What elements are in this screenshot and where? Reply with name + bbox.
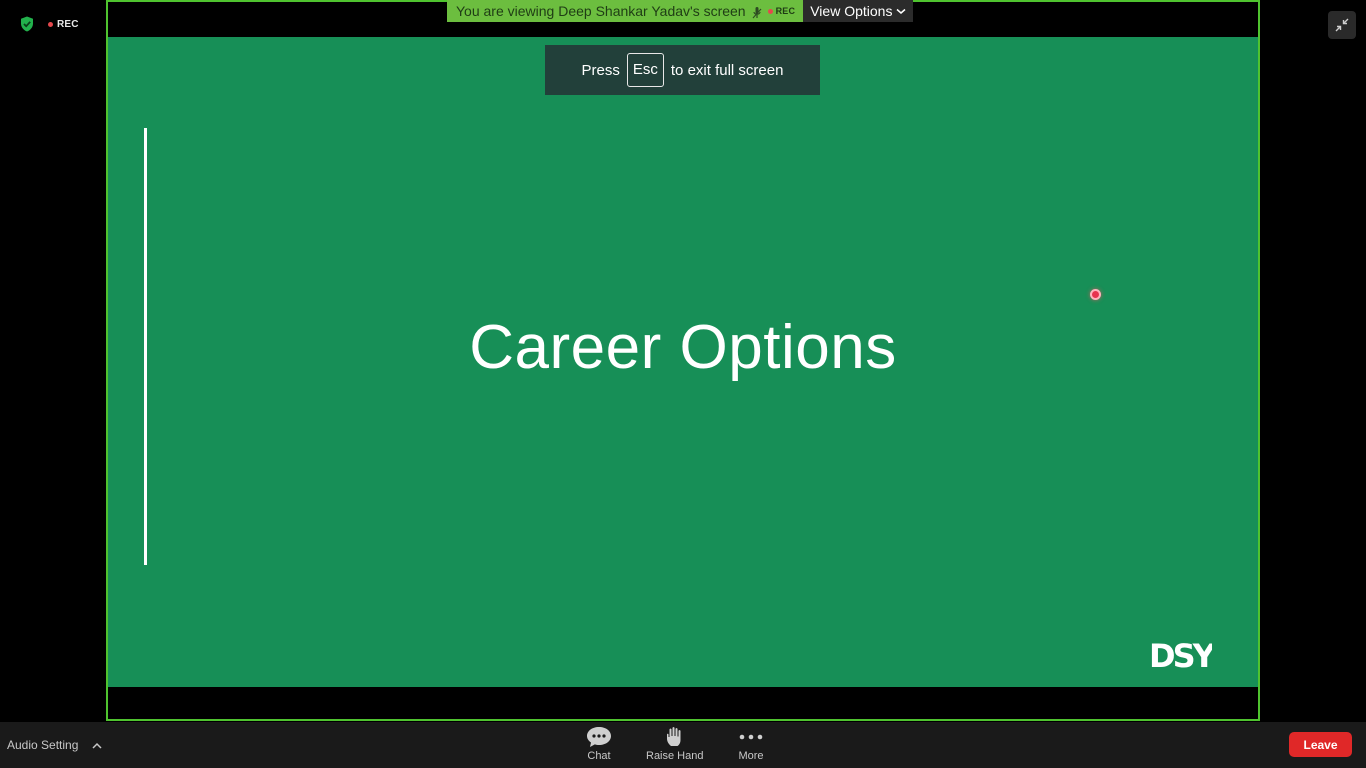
raise-hand-button[interactable]: Raise Hand [646, 726, 703, 762]
exit-fullscreen-button[interactable] [1328, 11, 1356, 39]
share-banner: You are viewing Deep Shankar Yadav's scr… [447, 0, 914, 22]
raise-hand-icon [666, 727, 681, 746]
meeting-toolbar: Audio Setting Chat Raise Hand More Leave [0, 722, 1366, 768]
recording-indicator[interactable]: REC [48, 19, 79, 30]
shared-screen-frame: Career Options DSY [106, 0, 1260, 721]
toast-esc-key: Esc [626, 53, 664, 87]
mic-icon [752, 4, 762, 19]
dsy-logo: DSY [1148, 635, 1220, 676]
meeting-window: REC Career Options DSY You are viewing D… [0, 0, 1366, 768]
banner-rec-label: REC [775, 6, 796, 16]
rec-label: REC [57, 18, 79, 30]
audio-setting-button[interactable]: Audio Setting [7, 738, 102, 752]
more-icon [739, 734, 763, 740]
logo-text: DSY [1149, 637, 1212, 671]
chevron-down-icon [896, 8, 906, 14]
exit-fullscreen-icon [1335, 18, 1349, 32]
esc-fullscreen-toast: Press Esc to exit full screen [545, 45, 820, 95]
shield-check-icon[interactable] [20, 16, 34, 32]
audio-setting-label: Audio Setting [7, 738, 79, 752]
toast-press-text: Press [581, 61, 620, 79]
top-status: REC [20, 16, 79, 32]
chevron-up-icon[interactable] [92, 742, 102, 749]
view-options-button[interactable]: View Options [803, 0, 914, 22]
chat-button[interactable]: Chat [585, 726, 613, 762]
more-button[interactable]: More [737, 726, 765, 762]
slide-title: Career Options [469, 313, 897, 382]
chat-icon [587, 727, 611, 747]
laser-pointer [1090, 289, 1101, 300]
more-label: More [738, 750, 764, 762]
share-banner-info: You are viewing Deep Shankar Yadav's scr… [447, 0, 804, 22]
shared-slide: Career Options DSY [108, 37, 1258, 687]
rec-dot-icon [48, 21, 53, 27]
raise-hand-label: Raise Hand [646, 750, 704, 762]
chat-label: Chat [587, 750, 611, 762]
leave-button[interactable]: Leave [1289, 732, 1352, 757]
view-options-label: View Options [810, 3, 893, 19]
banner-rec-dot-icon [767, 8, 773, 14]
banner-rec-indicator: REC [767, 0, 796, 22]
toast-rest-text: to exit full screen [670, 61, 784, 79]
share-banner-text: You are viewing Deep Shankar Yadav's scr… [456, 3, 746, 19]
